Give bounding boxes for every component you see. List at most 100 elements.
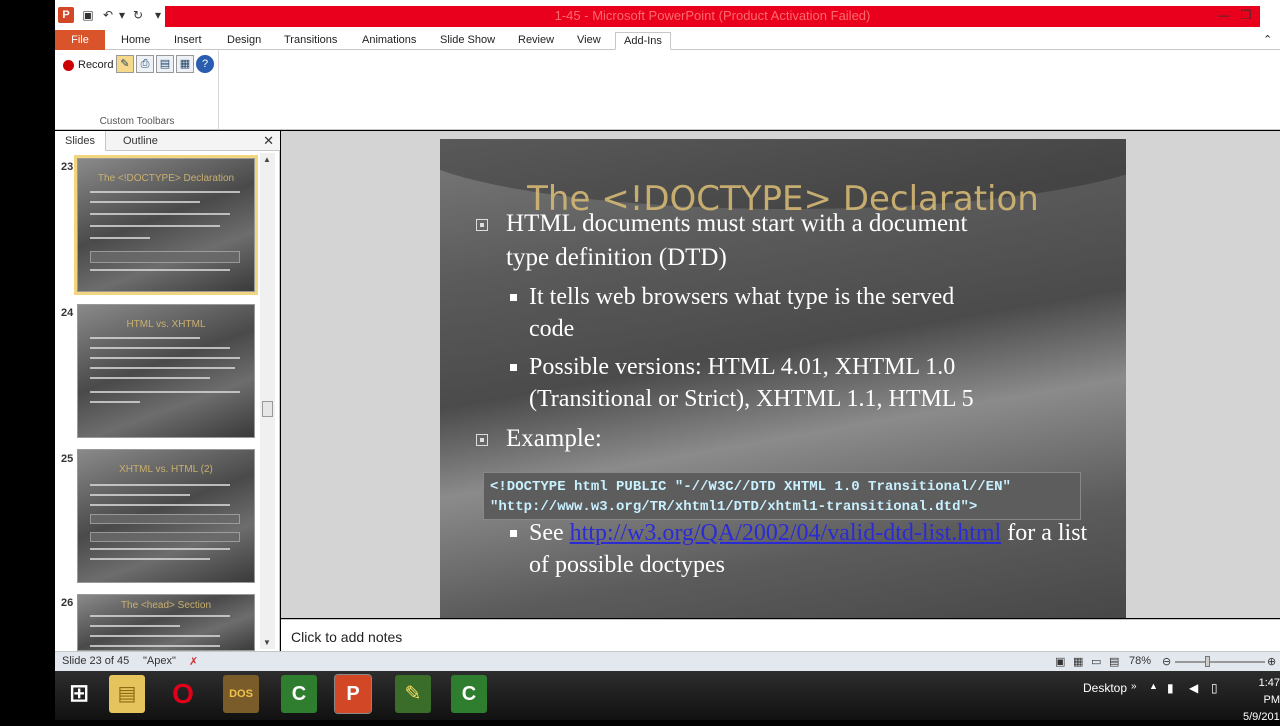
close-icon[interactable]: ✕ [263, 133, 274, 149]
customize-qat-icon[interactable]: ▾ [150, 7, 166, 23]
help-icon[interactable]: ? [196, 55, 214, 73]
zoom-slider[interactable] [1175, 661, 1265, 663]
pointer-tool-icon[interactable]: ✎ [116, 55, 134, 73]
clock-time: 1:47 PM [1258, 677, 1280, 706]
ribbon-collapse-icon[interactable]: ⌃ [1255, 32, 1280, 50]
film-icon[interactable]: ▤ [156, 55, 174, 73]
slide-counter: Slide 23 of 45 [62, 655, 130, 667]
group-label: Custom Toolbars [99, 116, 175, 127]
start-windows-icon[interactable]: ⊞ [61, 675, 97, 713]
slide-canvas[interactable]: The <!DOCTYPE> Declaration HTML document… [440, 139, 1126, 618]
dtd-list-link[interactable]: http://w3.org/QA/2002/04/valid-dtd-list.… [570, 520, 1002, 546]
normal-view-icon[interactable]: ▣ [1055, 655, 1065, 668]
panel-scrollbar[interactable]: ▲ ▼ [260, 153, 275, 649]
tray-expand-icon[interactable]: ▲ [1149, 681, 1158, 691]
slide-sorter-icon[interactable]: ▦ [1073, 655, 1083, 668]
sub-bullet-text[interactable]: Possible versions: HTML 4.01, XHTML 1.0 [529, 351, 955, 383]
code-sample[interactable]: <!DOCTYPE html PUBLIC "-//W3C//DTD XHTML… [483, 472, 1081, 520]
status-bar: Slide 23 of 45 "Apex" ✗ ▣ ▦ ▭ ▤ 78% ⊖ ⊕ [55, 651, 1280, 671]
thumb-number: 26 [61, 597, 74, 609]
toolbar-chevron-icon[interactable]: » [1131, 681, 1137, 692]
powerpoint-taskbar-icon[interactable]: P [334, 674, 372, 714]
tab-file[interactable]: File [55, 30, 105, 50]
record-icon [63, 59, 74, 71]
code-line: "http://www.w3.org/TR/xhtml1/DTD/xhtml1-… [490, 499, 978, 515]
tab-home[interactable]: Home [113, 32, 158, 50]
scroll-up-icon[interactable]: ▲ [263, 155, 271, 164]
sub-bullet-text[interactable]: (Transitional or Strict), XHTML 1.1, HTM… [529, 383, 974, 415]
sub-bullet-icon [510, 364, 517, 371]
slide-thumbnail[interactable]: The <!DOCTYPE> Declaration [74, 155, 258, 295]
clock-date: 5/9/2014 [1243, 711, 1280, 723]
save-icon[interactable]: ▣ [80, 7, 96, 23]
notepad-plus-icon[interactable]: ✎ [395, 675, 431, 713]
tab-add-ins[interactable]: Add-Ins [615, 32, 671, 50]
bullet-text[interactable]: Example: [506, 422, 602, 456]
bullet-icon [476, 434, 488, 446]
powerpoint-logo-icon[interactable]: P [58, 7, 74, 23]
zoom-level[interactable]: 78% [1129, 655, 1151, 667]
custom-toolbars-group: Record ✎ ⎙ ▤ ▦ ? Custom Toolbars [55, 50, 219, 130]
sub-bullet-icon [510, 530, 517, 537]
thumb-title: XHTML vs. HTML (2) [119, 464, 213, 475]
tab-design[interactable]: Design [219, 32, 269, 50]
spell-check-icon[interactable]: ✗ [189, 655, 198, 668]
zoom-in-icon[interactable]: ⊕ [1267, 655, 1276, 668]
letterbox-left [0, 0, 55, 720]
notes-pane[interactable]: Click to add notes [281, 619, 1280, 651]
bullet-text[interactable]: type definition (DTD) [506, 241, 727, 275]
see-suffix: for a list [1001, 520, 1088, 546]
redo-icon[interactable]: ↻ [130, 7, 146, 23]
record-button[interactable]: Record [63, 55, 113, 75]
code-line: <!DOCTYPE html PUBLIC "-//W3C//DTD XHTML… [490, 479, 1011, 495]
bullet-icon [476, 219, 488, 231]
reading-view-icon[interactable]: ▭ [1091, 655, 1101, 668]
tab-transitions[interactable]: Transitions [276, 32, 345, 50]
panel-tabs: Slides Outline ✕ [55, 131, 280, 151]
thumb-title: HTML vs. XHTML [126, 319, 206, 330]
record-label: Record [78, 59, 114, 71]
print-icon[interactable]: ⎙ [136, 55, 154, 73]
sub-bullet-text[interactable]: of possible doctypes [529, 549, 725, 581]
notes-placeholder[interactable]: Click to add notes [291, 629, 402, 645]
camtasia-recorder-icon[interactable]: C [451, 675, 487, 713]
tab-outline[interactable]: Outline [113, 131, 168, 151]
opera-icon[interactable]: O [165, 675, 201, 713]
title-bar: P ▣ ↶ ▾ ↻ ▾ 1-45 - Microsoft PowerPoint … [55, 0, 1280, 30]
theme-name[interactable]: "Apex" [143, 655, 176, 667]
zoom-out-icon[interactable]: ⊖ [1162, 655, 1171, 668]
zoom-slider-knob[interactable] [1205, 656, 1210, 667]
tab-slide-show[interactable]: Slide Show [432, 32, 503, 50]
slide-thumbnail[interactable]: HTML vs. XHTML [77, 304, 255, 438]
tab-view[interactable]: View [569, 32, 609, 50]
network-icon[interactable]: ▮ [1167, 681, 1174, 695]
sub-bullet-text[interactable]: It tells web browsers what type is the s… [529, 281, 954, 313]
camtasia-icon[interactable]: C [281, 675, 317, 713]
dosbox-icon[interactable]: DOS [223, 675, 259, 713]
clock[interactable]: 1:47 PM 5/9/2014 [1243, 675, 1280, 726]
slide-thumbnail[interactable]: The <head> Section [77, 594, 255, 651]
sub-bullet-text[interactable]: code [529, 313, 574, 345]
undo-dropdown-icon[interactable]: ▾ [114, 7, 130, 23]
export-icon[interactable]: ▦ [176, 55, 194, 73]
tab-insert[interactable]: Insert [166, 32, 210, 50]
thumb-title: The <head> Section [120, 600, 212, 611]
battery-icon[interactable]: ▯ [1211, 681, 1218, 695]
tab-slides[interactable]: Slides [55, 131, 106, 151]
scroll-thumb[interactable] [262, 401, 273, 417]
thumb-number: 24 [61, 307, 74, 319]
slideshow-icon[interactable]: ▤ [1109, 655, 1119, 668]
ribbon: Record ✎ ⎙ ▤ ▦ ? Custom Toolbars [55, 50, 1280, 130]
tab-animations[interactable]: Animations [354, 32, 424, 50]
restore-button[interactable]: ❐ [1232, 6, 1260, 24]
thumb-title: The <!DOCTYPE> Declaration [97, 173, 235, 184]
file-explorer-icon[interactable]: ▤ [109, 675, 145, 713]
slide-thumbnail[interactable]: XHTML vs. HTML (2) [77, 449, 255, 583]
bullet-text[interactable]: HTML documents must start with a documen… [506, 207, 968, 241]
desktop-toolbar[interactable]: Desktop [1083, 681, 1127, 695]
see-line[interactable]: See http://w3.org/QA/2002/04/valid-dtd-l… [529, 517, 1087, 549]
scroll-down-icon[interactable]: ▼ [263, 638, 271, 647]
window-title: 1-45 - Microsoft PowerPoint (Product Act… [554, 8, 871, 23]
volume-icon[interactable]: ◀ [1189, 681, 1198, 695]
tab-review[interactable]: Review [510, 32, 562, 50]
